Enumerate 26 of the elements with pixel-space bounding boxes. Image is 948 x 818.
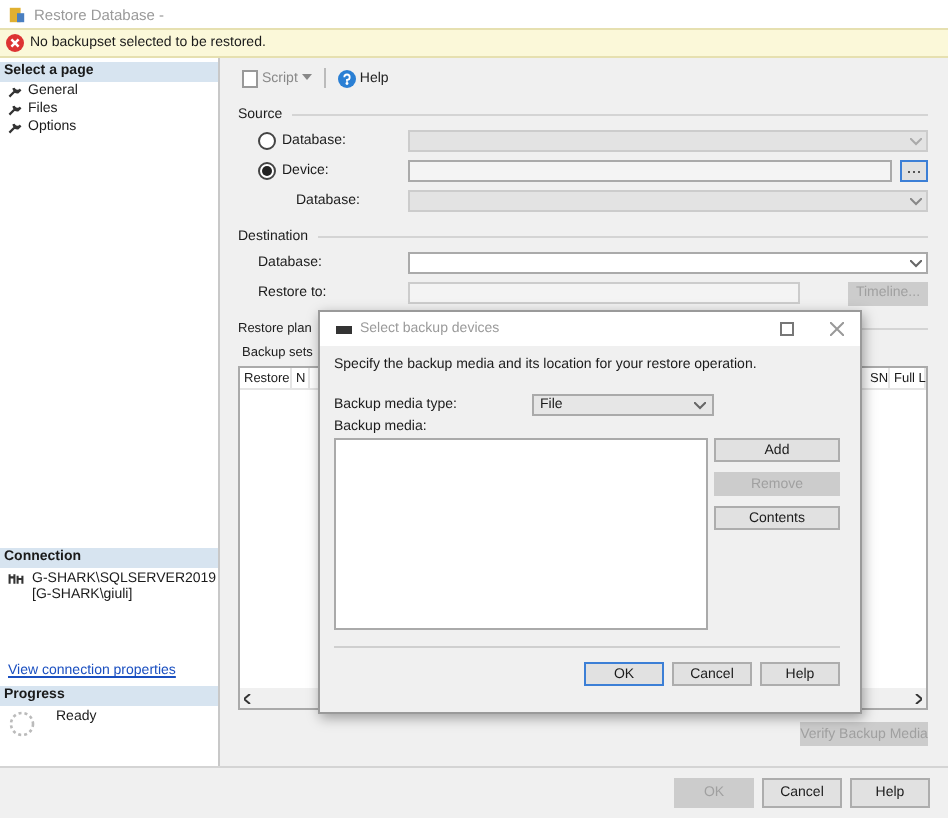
- help-icon: [337, 69, 356, 87]
- server-icon: [8, 572, 24, 586]
- wrench-icon: [8, 102, 22, 116]
- browse-button[interactable]: [900, 160, 928, 182]
- close-icon[interactable]: [830, 322, 844, 336]
- device-field[interactable]: [408, 160, 892, 182]
- chevron-icon: [694, 401, 706, 409]
- chevron-icon: [910, 137, 922, 145]
- restore-to-field[interactable]: [408, 282, 800, 304]
- database-dropdown[interactable]: [408, 252, 928, 274]
- spinner-icon: [8, 710, 36, 738]
- error-icon: [6, 34, 24, 52]
- wrench-icon: [8, 84, 22, 98]
- database-dropdown[interactable]: [408, 130, 928, 152]
- maximize-icon[interactable]: [780, 322, 794, 336]
- database-icon: [8, 5, 26, 23]
- drive-icon: [336, 325, 352, 333]
- chevron-icon: [910, 197, 922, 205]
- scroll-right-icon: [914, 693, 922, 703]
- wrench-icon: [8, 120, 22, 134]
- caret-icon: [301, 74, 312, 82]
- backup-media-list[interactable]: [334, 438, 708, 630]
- scroll-left-icon: [244, 693, 252, 703]
- database-dropdown[interactable]: [408, 190, 928, 212]
- chevron-icon: [910, 259, 922, 267]
- script-icon: [242, 69, 258, 87]
